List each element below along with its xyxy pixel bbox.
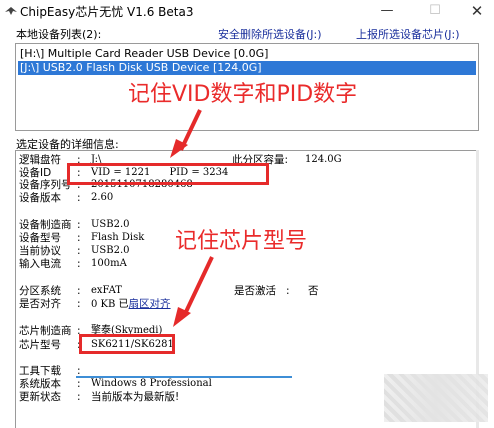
devid-label: 设备ID bbox=[19, 167, 52, 179]
current-label: 输入电流 bbox=[19, 258, 61, 270]
version-value: 2.60 bbox=[91, 192, 114, 203]
blurred-watermark bbox=[384, 374, 488, 422]
maximize-button[interactable]: ☐ bbox=[420, 1, 450, 21]
minimize-button[interactable]: — bbox=[372, 1, 402, 21]
annotation-remember-chip: 记住芯片型号 bbox=[175, 229, 308, 254]
chipmaker-label: 芯片制造商 bbox=[19, 325, 72, 337]
aligned-value: 0 KB 已扇区对齐 bbox=[91, 298, 171, 310]
update-label: 更新状态 bbox=[19, 391, 61, 403]
fs-value: exFAT bbox=[91, 285, 122, 296]
serial-label: 设备序列号 bbox=[19, 179, 72, 191]
sector-align-link[interactable]: 扇区对齐 bbox=[129, 298, 171, 310]
os-label: 系统版本 bbox=[19, 378, 61, 390]
aligned-label: 是否对齐 bbox=[19, 298, 61, 310]
app-logo-icon bbox=[5, 7, 17, 15]
vendor-label: 设备制造商 bbox=[19, 219, 72, 231]
activated-label: 是否激活 bbox=[234, 285, 276, 297]
drive-label: 逻辑盘符 bbox=[19, 154, 61, 166]
protocol-label: 当前协议 bbox=[19, 245, 61, 257]
highlight-box-device-id bbox=[67, 163, 269, 185]
activated-value: 否 bbox=[308, 285, 319, 297]
device-item-selected[interactable]: [J:\] USB2.0 Flash Disk USB Device [124.… bbox=[18, 61, 476, 75]
protocol-value: USB2.0 bbox=[91, 245, 130, 256]
tools-label: 工具下载 bbox=[19, 365, 61, 377]
vendor-value: USB2.0 bbox=[91, 219, 130, 230]
annotation-remember-ids: 记住VID数字和PID数字 bbox=[128, 82, 358, 107]
os-value: Windows 8 Professional bbox=[91, 378, 212, 389]
device-item[interactable]: [H:\] Multiple Card Reader USB Device [0… bbox=[18, 47, 476, 61]
window-title: ChipEasy芯片无忧 V1.6 Beta3 bbox=[20, 5, 194, 19]
chipmodel-label: 芯片型号 bbox=[19, 339, 61, 351]
safe-remove-link[interactable]: 安全删除所选设备(J:) bbox=[218, 26, 322, 42]
close-button[interactable]: ✕ bbox=[462, 1, 492, 21]
devices-label: 本地设备列表(2): bbox=[16, 28, 102, 41]
current-value: 100mA bbox=[91, 258, 127, 269]
capacity-value: 124.0G bbox=[305, 154, 342, 165]
model-value: Flash Disk bbox=[91, 232, 145, 243]
version-label: 设备版本 bbox=[19, 192, 61, 204]
title-bar: ChipEasy芯片无忧 V1.6 Beta3 — ☐ ✕ bbox=[0, 0, 494, 22]
update-value: 当前版本为最新版! bbox=[91, 391, 180, 403]
report-chip-link[interactable]: 上报所选设备芯片(J:) bbox=[356, 26, 460, 42]
model-label: 设备型号 bbox=[19, 232, 61, 244]
highlight-box-chip-model bbox=[79, 334, 175, 354]
fs-label: 分区系统 bbox=[19, 285, 61, 297]
